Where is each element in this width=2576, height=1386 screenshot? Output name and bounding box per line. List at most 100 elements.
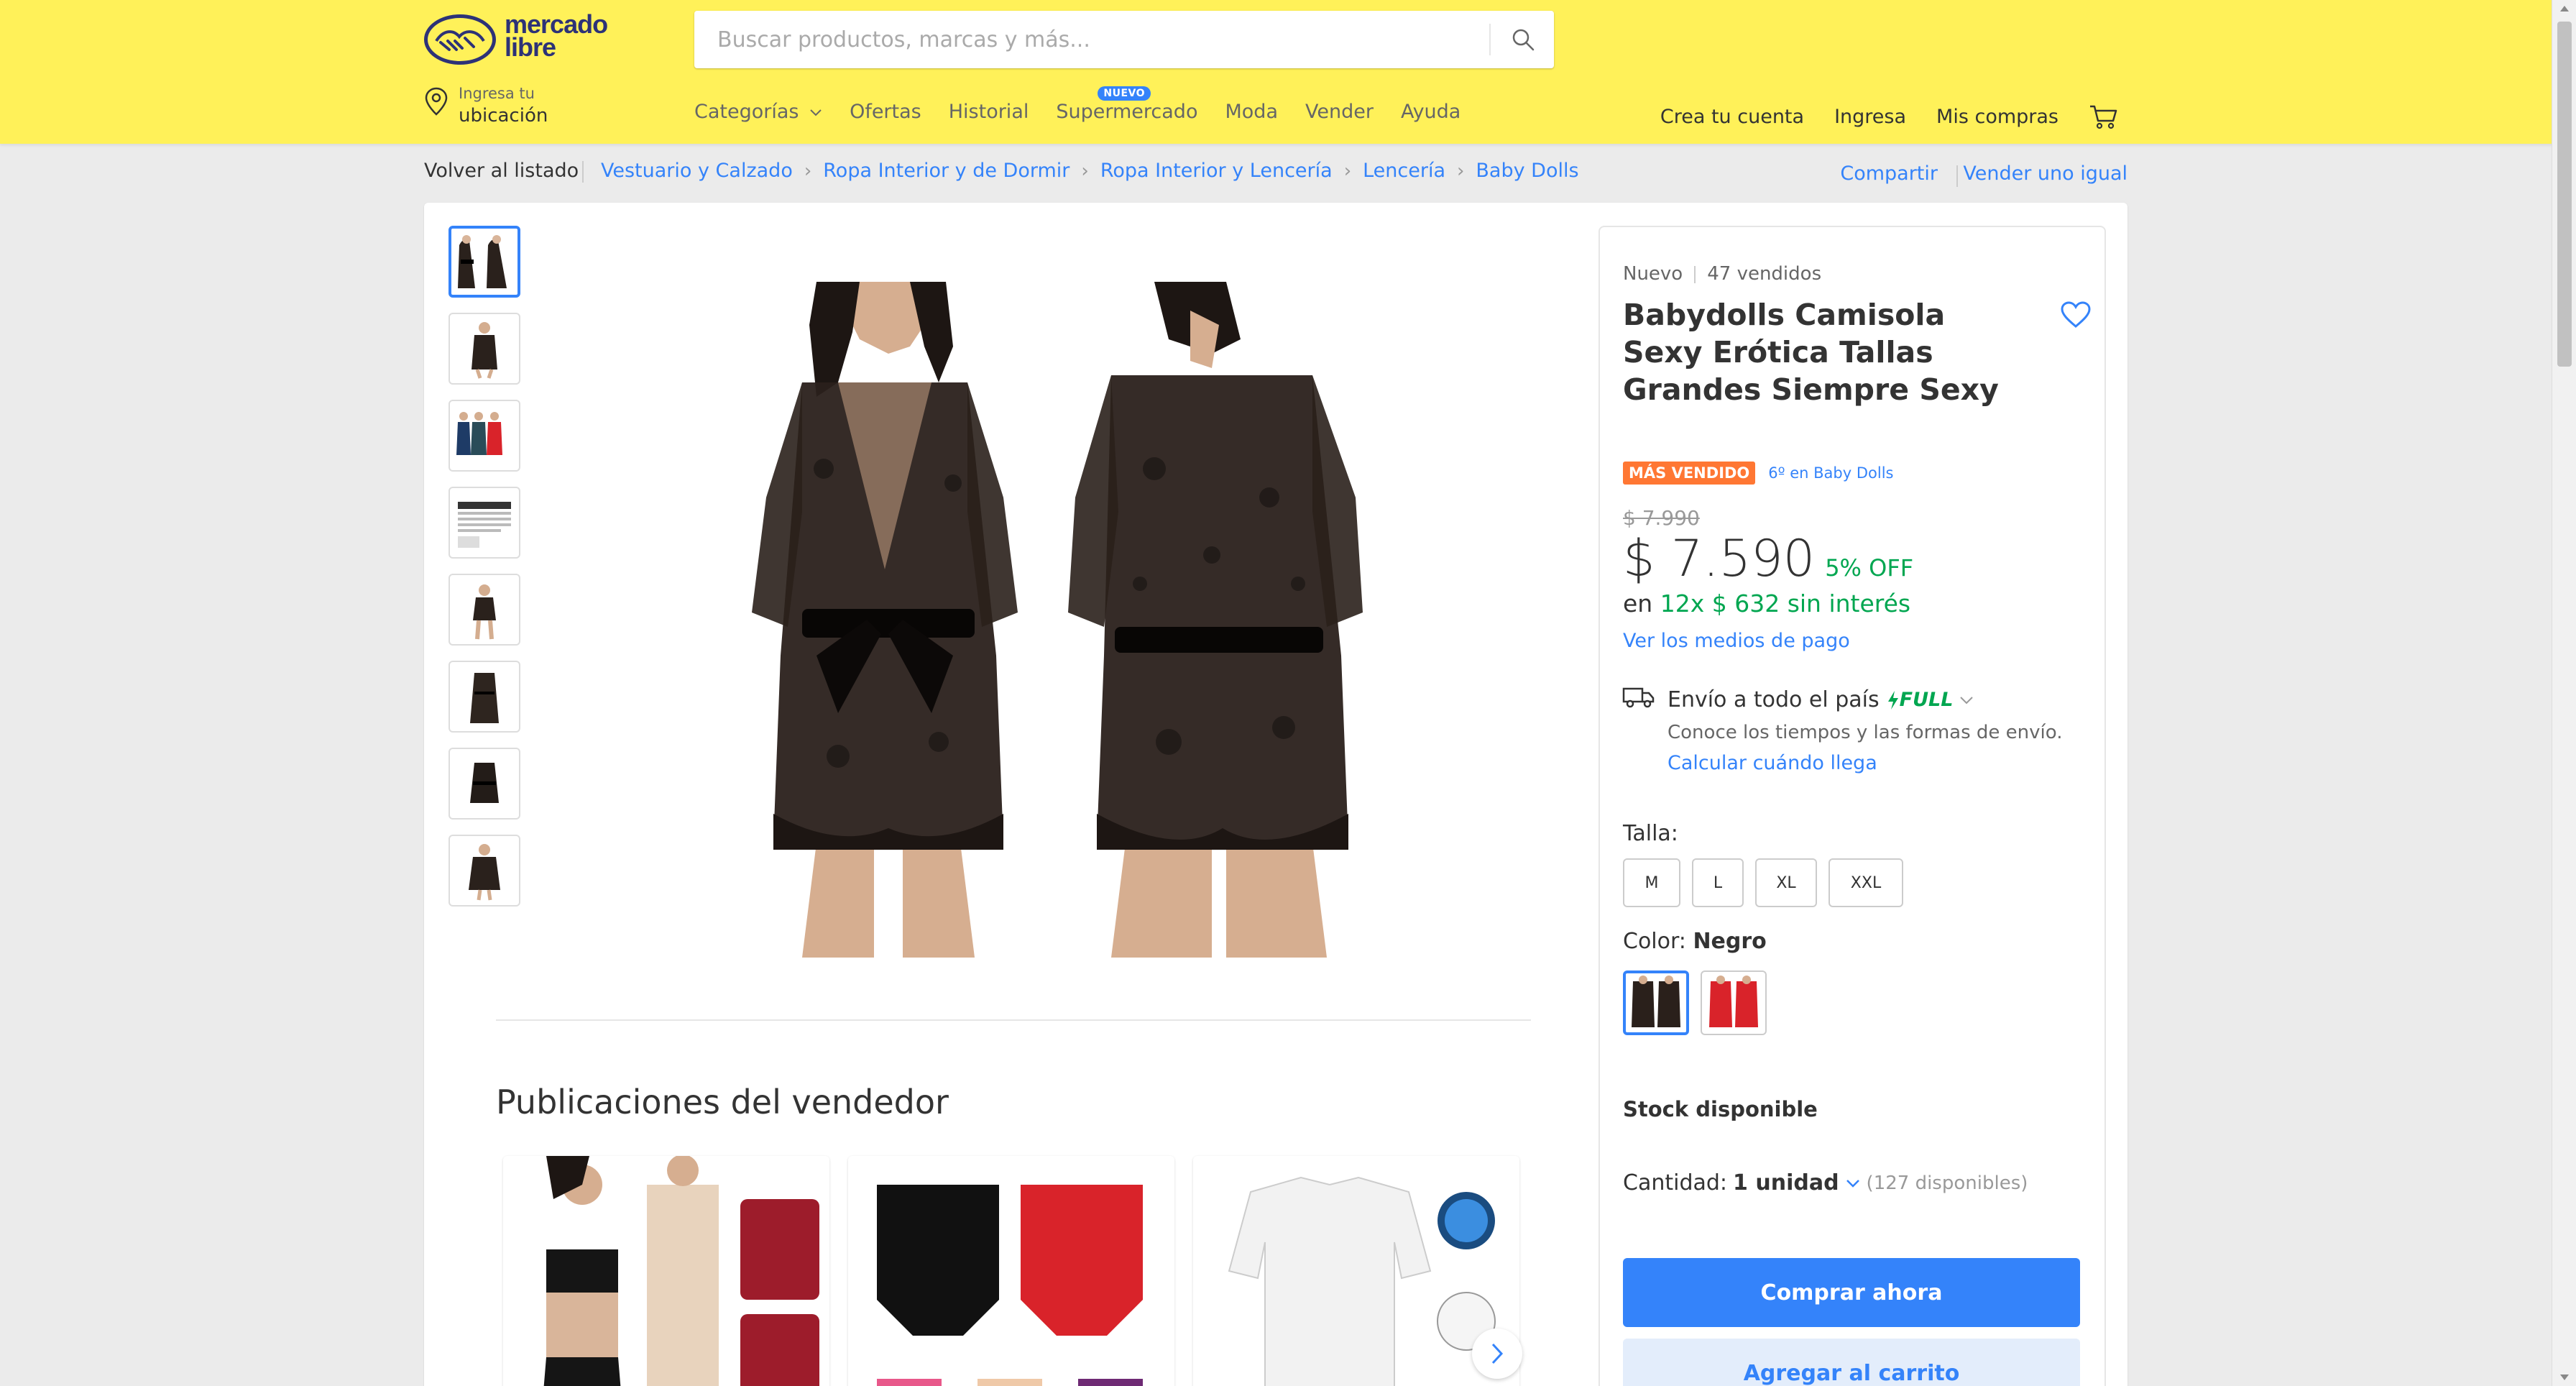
buy-box: Nuevo 47 vendidos Babydolls Camisola Sexy… [1598, 226, 2106, 1386]
nav-categories[interactable]: Categorías [694, 101, 822, 129]
chevron-down-icon [810, 109, 822, 116]
nav-offers[interactable]: Ofertas [850, 101, 921, 129]
thumbnail-6[interactable] [448, 661, 520, 733]
seller-publication-card[interactable] [503, 1156, 829, 1386]
size-option-l[interactable]: L [1692, 858, 1744, 907]
sold-count: 47 vendidos [1707, 263, 1822, 285]
current-price: $ 7.590 [1623, 529, 1816, 588]
shipping-title-row: Envío a todo el país FULL [1668, 687, 1974, 712]
color-option-black[interactable] [1623, 970, 1689, 1035]
search-input[interactable] [694, 11, 1488, 68]
nav-supermarket-label: Supermercado [1056, 101, 1198, 123]
size-label: Talla: [1623, 821, 1678, 846]
category-rank-link[interactable]: 6º en Baby Dolls [1768, 464, 1893, 482]
favorite-heart-icon[interactable] [2060, 300, 2092, 329]
installments: en 12x $ 632 sin interés [1623, 589, 1910, 618]
chevron-right-icon: › [1343, 160, 1352, 182]
product-thumbnail-image [470, 673, 499, 723]
main-product-image [694, 282, 1413, 958]
sell-same-link[interactable]: Vender uno igual [1963, 162, 2128, 185]
add-to-cart-button[interactable]: Agregar al carrito [1623, 1339, 2080, 1386]
location-value: ubicación [459, 105, 548, 127]
cart-icon[interactable] [2089, 104, 2119, 129]
color-label-row: Color: Negro [1623, 929, 1767, 954]
scroll-up-arrow-icon[interactable] [2560, 6, 2569, 12]
stock-status: Stock disponible [1623, 1097, 1818, 1121]
login-link[interactable]: Ingresa [1834, 106, 1906, 128]
location-selector[interactable]: Ingresa tu ubicación [424, 82, 582, 129]
product-thumbnail-image [458, 235, 507, 288]
create-account-link[interactable]: Crea tu cuenta [1660, 106, 1804, 128]
seller-publication-card[interactable] [1193, 1156, 1519, 1386]
seller-publications-carousel [503, 1156, 1560, 1386]
search-bar [694, 11, 1554, 68]
payment-methods-link[interactable]: Ver los medios de pago [1623, 630, 1850, 652]
thumbnail-1[interactable] [448, 226, 520, 298]
thumbnail-5[interactable] [448, 574, 520, 646]
bestseller-row: MÁS VENDIDO 6º en Baby Dolls [1623, 462, 1893, 485]
my-purchases-link[interactable]: Mis compras [1936, 106, 2058, 128]
publication-image [1193, 1156, 1519, 1386]
new-badge: NUEVO [1098, 86, 1151, 101]
handshake-logo-icon [424, 14, 496, 65]
chevron-right-icon: › [1081, 160, 1089, 182]
breadcrumb-item-vestuario[interactable]: Vestuario y Calzado [601, 160, 793, 182]
thumbnail-7[interactable] [448, 748, 520, 820]
breadcrumb-item-baby-dolls[interactable]: Baby Dolls [1476, 160, 1578, 182]
product-thumbnail-image [470, 763, 499, 803]
share-divider [1956, 165, 1958, 187]
nav-fashion[interactable]: Moda [1225, 101, 1278, 129]
breadcrumb-item-ropa-interior-dormir[interactable]: Ropa Interior y de Dormir [823, 160, 1070, 182]
nav-history[interactable]: Historial [949, 101, 1029, 129]
thumbnail-8[interactable] [448, 835, 520, 907]
breadcrumb: Volver al listado Vestuario y Calzado › … [424, 160, 2128, 187]
calculate-delivery-link[interactable]: Calcular cuándo llega [1668, 752, 1877, 774]
lightning-icon [1887, 690, 1898, 710]
search-divider [1489, 24, 1491, 55]
original-price: $ 7.990 [1623, 506, 1700, 530]
account-nav: Crea tu cuenta Ingresa Mis compras [1630, 104, 2119, 129]
size-chart-thumbnail [458, 502, 511, 548]
page-scrollbar[interactable] [2552, 0, 2576, 1386]
chevron-down-icon [1846, 1179, 1859, 1188]
breadcrumb-item-ropa-interior-lenceria[interactable]: Ropa Interior y Lencería [1100, 160, 1333, 182]
chevron-right-icon: › [1457, 160, 1465, 182]
location-pin-icon [425, 87, 448, 116]
mercadolibre-logo[interactable]: mercado libre [424, 12, 632, 69]
color-swatch-image [1632, 976, 1680, 1027]
color-option-red[interactable] [1701, 970, 1767, 1035]
scroll-down-arrow-icon[interactable] [2560, 1374, 2569, 1380]
breadcrumb-item-lenceria[interactable]: Lencería [1363, 160, 1445, 182]
thumbnail-4[interactable] [448, 487, 520, 559]
thumbnail-3[interactable] [448, 400, 520, 472]
seller-publications-title: Publicaciones del vendedor [496, 1083, 949, 1121]
size-option-xl[interactable]: XL [1755, 858, 1817, 907]
chevron-down-icon[interactable] [1959, 695, 1974, 705]
product-thumbnail-image [469, 844, 500, 901]
bestseller-badge: MÁS VENDIDO [1623, 462, 1756, 485]
carousel-next-button[interactable] [1472, 1328, 1522, 1379]
seller-publication-card[interactable] [848, 1156, 1174, 1386]
scrollbar-thumb[interactable] [2557, 22, 2572, 367]
truck-icon [1622, 687, 1655, 708]
chevron-right-icon: › [804, 160, 812, 182]
thumbnail-2[interactable] [448, 313, 520, 385]
color-label: Color: [1623, 929, 1686, 954]
site-header: mercado libre Ingresa tu ubicación Categ… [0, 0, 2576, 144]
condition-sold: Nuevo 47 vendidos [1623, 263, 1821, 285]
search-icon [1512, 29, 1535, 51]
size-option-m[interactable]: M [1623, 858, 1680, 907]
nav-supermarket[interactable]: NUEVO Supermercado [1056, 86, 1198, 129]
shipping-description: Conoce los tiempos y las formas de envío… [1668, 722, 2063, 743]
color-value: Negro [1693, 929, 1767, 954]
share-link[interactable]: Compartir [1840, 162, 1938, 185]
search-button[interactable] [1492, 11, 1554, 68]
buy-now-button[interactable]: Comprar ahora [1623, 1258, 2080, 1327]
logo-text: mercado libre [505, 9, 608, 62]
quantity-selector[interactable]: Cantidad: 1 unidad (127 disponibles) [1623, 1170, 2028, 1195]
nav-help[interactable]: Ayuda [1401, 101, 1460, 129]
product-thumbnail-image [456, 412, 502, 455]
nav-sell[interactable]: Vender [1305, 101, 1374, 129]
back-to-listing-link[interactable]: Volver al listado [424, 160, 579, 182]
size-option-xxl[interactable]: XXL [1828, 858, 1903, 907]
